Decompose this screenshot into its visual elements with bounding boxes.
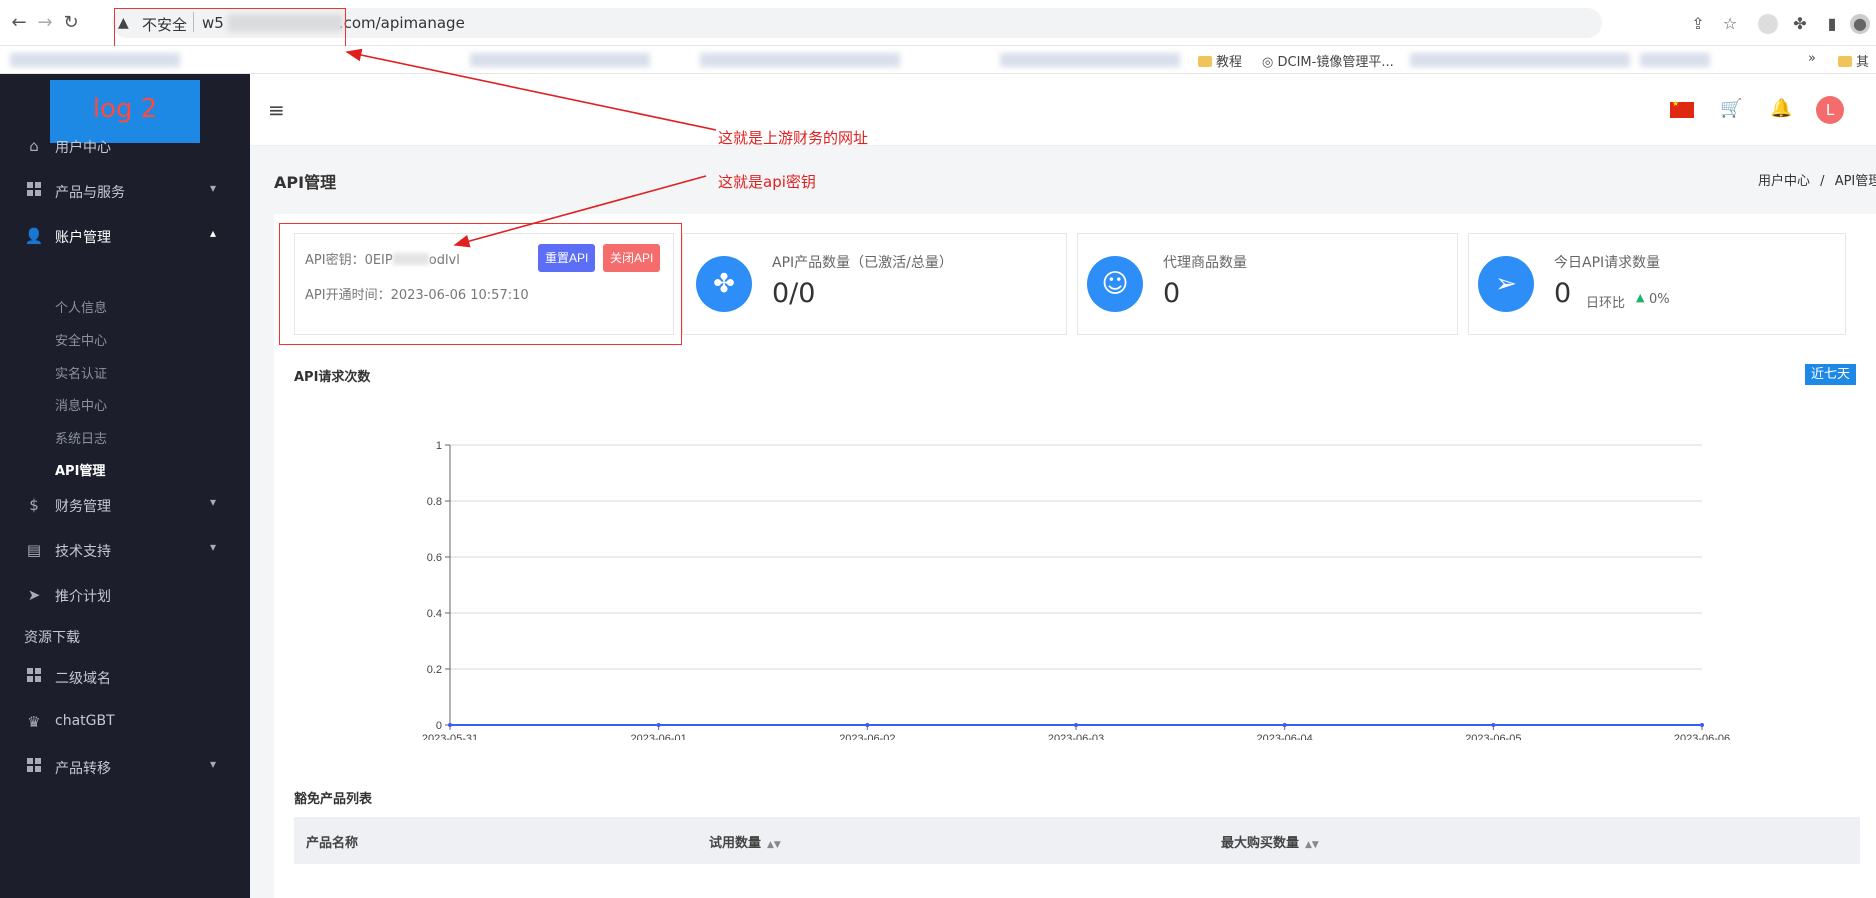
y-tick-label: 0.6	[427, 552, 442, 564]
x-tick-label: 2023-06-06	[1674, 733, 1730, 740]
sort-icon: ▲▼	[1305, 840, 1319, 850]
y-tick-label: 0.8	[427, 496, 442, 508]
column-trial-count[interactable]: 试用数量 ▲▼	[709, 832, 781, 851]
url-annotation-arrow	[345, 48, 717, 131]
data-point	[865, 723, 870, 727]
table-header: 产品名称 试用数量 ▲▼ 最大购买数量 ▲▼	[294, 817, 1860, 864]
x-tick-label: 2023-06-03	[1048, 733, 1104, 740]
data-point	[1491, 723, 1496, 727]
y-tick-label: 0	[436, 720, 442, 732]
range-seven-days-button[interactable]: 近七天	[1805, 364, 1857, 385]
data-point	[448, 723, 452, 727]
column-max-purchase[interactable]: 最大购买数量 ▲▼	[1221, 832, 1319, 851]
y-tick-label: 0.4	[427, 608, 442, 620]
sort-icon: ▲▼	[767, 840, 781, 850]
x-tick-label: 2023-06-01	[631, 733, 687, 740]
data-point	[1282, 723, 1287, 727]
x-tick-label: 2023-06-02	[839, 733, 895, 740]
x-tick-label: 2023-06-04	[1257, 733, 1313, 740]
exempt-products-title: 豁免产品列表	[294, 792, 373, 807]
y-tick-label: 1	[436, 440, 442, 452]
data-point	[656, 723, 661, 727]
column-product-name[interactable]: 产品名称	[306, 832, 358, 851]
data-point	[1074, 723, 1078, 727]
key-annotation-arrow	[453, 175, 707, 248]
x-tick-label: 2023-05-31	[422, 733, 478, 740]
api-requests-chart: 0 0.2 0.4 0.6 0.8 1 2023-05-31 2023-06-01 2023-0…	[422, 440, 1730, 740]
data-point	[1700, 723, 1704, 727]
x-tick-label: 2023-06-05	[1465, 733, 1521, 740]
chart-title: API请求次数	[294, 370, 371, 385]
y-tick-label: 0.2	[427, 664, 442, 676]
